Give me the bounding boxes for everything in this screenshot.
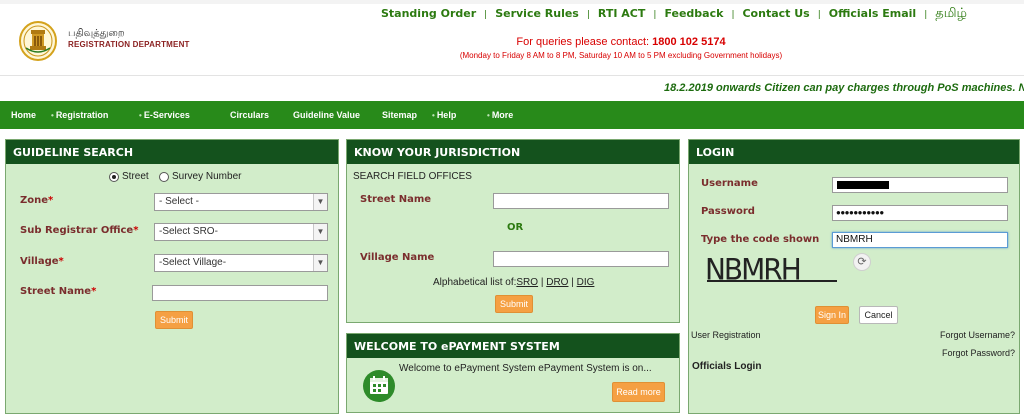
nav-bullet-icon: • <box>51 111 54 120</box>
brand-english-name: REGISTRATION DEPARTMENT <box>68 40 190 49</box>
nav-more[interactable]: • More <box>487 110 513 120</box>
cancel-button[interactable]: Cancel <box>859 306 898 324</box>
nav-bullet-icon: • <box>487 111 490 120</box>
news-marquee: 18.2.2019 onwards Citizen can pay charge… <box>664 82 1024 94</box>
link-standing-order[interactable]: Standing Order <box>381 7 476 20</box>
village-label: Village* <box>20 256 64 267</box>
main-nav: Home • Registration • E-Services Circulars… <box>0 101 1024 129</box>
password-label: Password <box>701 206 755 217</box>
nav-guideline-value[interactable]: Guideline Value <box>293 110 360 120</box>
calendar-icon <box>362 369 396 403</box>
brand-tamil-name: பதிவுத்துறை <box>68 28 125 39</box>
guideline-submit-button[interactable]: Submit <box>155 311 193 329</box>
epayment-title: WELCOME TO ePAYMENT SYSTEM <box>347 334 679 358</box>
nav-e-services[interactable]: • E-Services <box>139 110 190 120</box>
chevron-down-icon: ▼ <box>313 224 327 240</box>
link-separator: | <box>653 10 657 20</box>
captcha-image: NBMRH <box>705 250 839 287</box>
header-divider <box>0 75 1024 76</box>
jurisdiction-street-label: Street Name <box>360 194 432 205</box>
street-name-label: Street Name* <box>20 286 97 297</box>
jurisdiction-village-label: Village Name <box>360 252 435 263</box>
officials-login-link[interactable]: Officials Login <box>692 361 761 372</box>
link-separator: | <box>817 10 821 20</box>
jurisdiction-village-input[interactable] <box>493 251 669 267</box>
alphabetical-list: Alphabetical list of:SRO | DRO | DIG <box>433 277 595 288</box>
contact-text: For queries please contact: <box>516 36 650 48</box>
sign-in-button[interactable]: Sign In <box>815 306 849 324</box>
link-service-rules[interactable]: Service Rules <box>495 7 579 20</box>
radio-street[interactable] <box>109 172 119 182</box>
jurisdiction-title: KNOW YOUR JURISDICTION <box>347 140 679 164</box>
captcha-code-label: Type the code shown <box>701 234 820 245</box>
forgot-password-link[interactable]: Forgot Password? <box>942 348 1015 358</box>
link-separator: | <box>924 10 928 20</box>
zone-label: Zone* <box>20 195 54 206</box>
or-separator: OR <box>507 222 524 233</box>
epayment-panel: WELCOME TO ePAYMENT SYSTEM Welcome to eP… <box>346 333 680 413</box>
redacted-username <box>837 181 889 189</box>
link-separator: | <box>586 10 590 20</box>
link-separator: | <box>731 10 735 20</box>
alpha-separator: | <box>571 277 574 288</box>
refresh-captcha-icon[interactable]: ⟳ <box>853 253 871 271</box>
username-input[interactable] <box>832 177 1008 193</box>
radio-survey-label: Survey Number <box>172 171 242 182</box>
link-sro-list[interactable]: SRO <box>516 277 538 288</box>
chevron-down-icon: ▼ <box>313 255 327 271</box>
epayment-text: Welcome to ePayment System ePayment Syst… <box>399 363 652 374</box>
jurisdiction-submit-button[interactable]: Submit <box>495 295 533 313</box>
guideline-search-panel: GUIDELINE SEARCH Street Survey Number Zo… <box>5 139 339 414</box>
guideline-search-title: GUIDELINE SEARCH <box>6 140 338 164</box>
emblem-logo <box>18 20 58 62</box>
link-feedback[interactable]: Feedback <box>664 7 723 20</box>
zone-select[interactable]: - Select - ▼ <box>154 193 328 211</box>
captcha-code-input[interactable]: NBMRH <box>832 232 1008 248</box>
nav-help[interactable]: • Help <box>432 110 456 120</box>
link-tamil-language[interactable]: தமிழ் <box>935 6 967 21</box>
nav-home[interactable]: Home <box>11 110 36 120</box>
login-title: LOGIN <box>689 140 1019 164</box>
street-name-input[interactable] <box>152 285 328 301</box>
nav-circulars[interactable]: Circulars <box>230 110 269 120</box>
nav-sitemap[interactable]: Sitemap <box>382 110 417 120</box>
user-registration-link[interactable]: User Registration <box>691 330 761 340</box>
alpha-separator: | <box>540 277 544 288</box>
read-more-button[interactable]: Read more <box>612 382 665 402</box>
login-panel: LOGIN Username Password ●●●●●●●●●●● Type… <box>688 139 1020 414</box>
village-select[interactable]: -Select Village- ▼ <box>154 254 328 272</box>
top-links-bar: Standing Order | Service Rules | RTI ACT | Fee… <box>381 6 967 22</box>
jurisdiction-subtitle: SEARCH FIELD OFFICES <box>353 171 472 182</box>
radio-survey-number[interactable] <box>159 172 169 182</box>
chevron-down-icon: ▼ <box>313 194 327 210</box>
contact-number: 1800 102 5174 <box>652 36 726 48</box>
jurisdiction-panel: KNOW YOUR JURISDICTION SEARCH FIELD OFFI… <box>346 139 680 323</box>
radio-street-label: Street <box>122 171 149 182</box>
link-officials-email[interactable]: Officials Email <box>829 7 916 20</box>
jurisdiction-street-input[interactable] <box>493 193 669 209</box>
contact-hours: (Monday to Friday 8 AM to 8 PM, Saturday… <box>459 51 783 60</box>
link-dig-list[interactable]: DIG <box>577 277 595 288</box>
password-input[interactable]: ●●●●●●●●●●● <box>832 205 1008 221</box>
top-strip <box>0 0 1024 4</box>
username-label: Username <box>701 178 758 189</box>
sro-label: Sub Registrar Office* <box>20 225 139 236</box>
forgot-username-link[interactable]: Forgot Username? <box>940 330 1015 340</box>
link-rti-act[interactable]: RTI ACT <box>598 7 646 20</box>
nav-registration[interactable]: • Registration <box>51 110 108 120</box>
link-separator: | <box>484 10 488 20</box>
nav-bullet-icon: • <box>432 111 435 120</box>
contact-line: For queries please contact: 1800 102 517… <box>426 36 816 48</box>
nav-bullet-icon: • <box>139 111 142 120</box>
sro-select[interactable]: -Select SRO- ▼ <box>154 223 328 241</box>
link-contact-us[interactable]: Contact Us <box>742 7 809 20</box>
link-dro-list[interactable]: DRO <box>546 277 568 288</box>
